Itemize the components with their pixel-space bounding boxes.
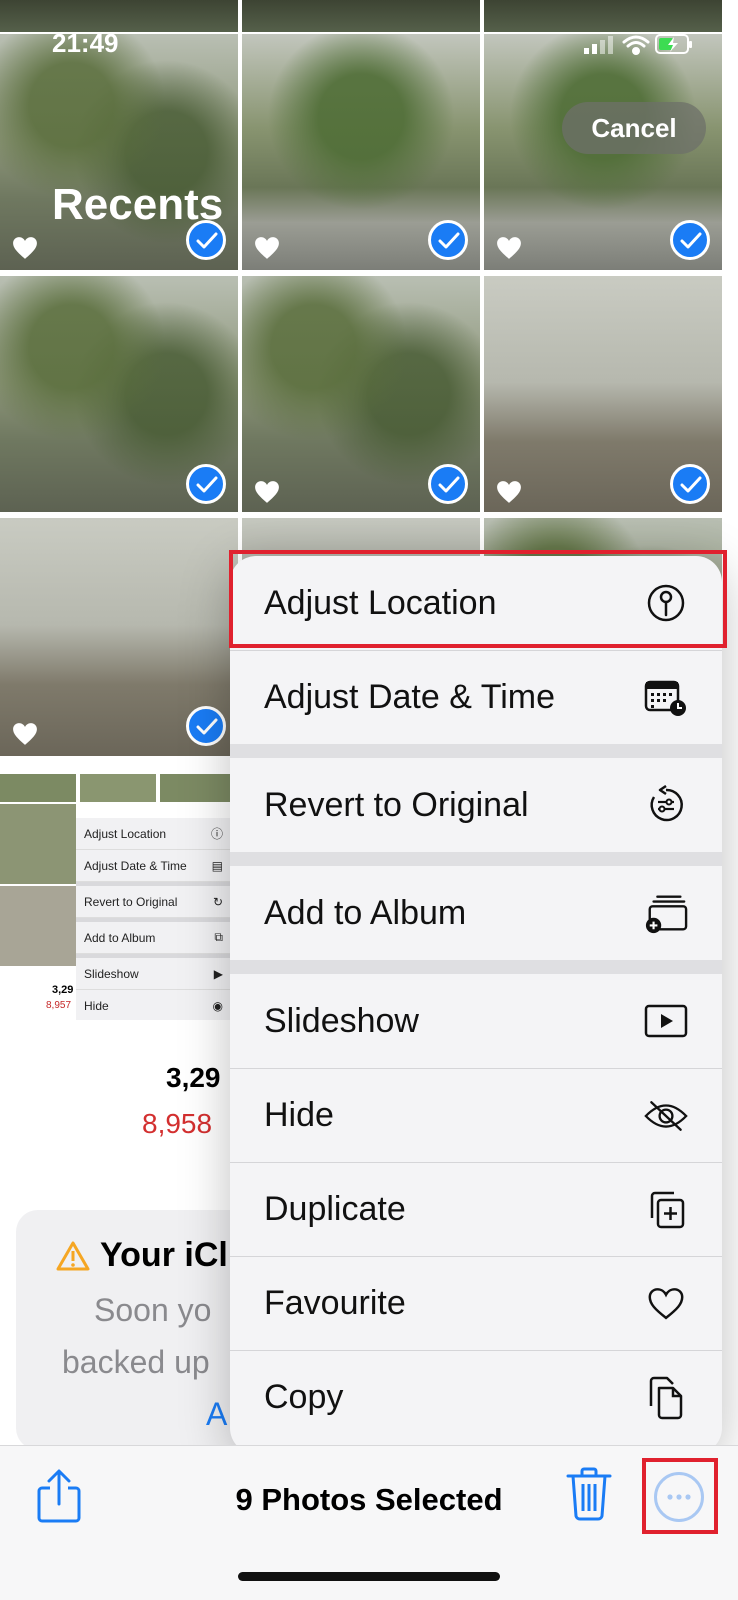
menu-item-duplicate[interactable]: Duplicate [230,1162,722,1256]
context-menu: Adjust Location Adjust Date & Time Rever… [230,556,722,1454]
icloud-card-title: Your iCl [56,1236,228,1275]
home-indicator[interactable] [238,1572,500,1581]
page-title: Recents [52,180,224,229]
mini-menu-item: Revert to Original ↻ [76,886,230,918]
menu-item-revert-to-original[interactable]: Revert to Original [230,758,722,852]
selection-count-label: 9 Photos Selected [235,1482,503,1517]
mini-count-secondary: 8,957 [46,1000,72,1011]
status-time: 21:49 [52,28,119,58]
mini-menu-item: Hide ◉ [76,990,230,1020]
selected-checkmark-icon[interactable] [670,464,710,504]
selected-checkmark-icon[interactable] [186,706,226,746]
mini-preview: Adjust Location ⓘ Adjust Date & Time ▤ Rev… [0,774,230,1020]
icloud-card-text: Soon yo [94,1292,212,1328]
heart-icon[interactable] [254,236,280,260]
highlight-box-more-button [642,1458,718,1534]
location-pin-icon [644,581,688,625]
menu-item-adjust-location[interactable]: Adjust Location [230,556,722,650]
selected-checkmark-icon[interactable] [186,464,226,504]
photo-top-partial-1[interactable] [0,0,238,32]
cellular-signal-icon [584,36,613,54]
menu-item-hide[interactable]: Hide [230,1068,722,1162]
mini-count: 3,29 [52,984,74,996]
trash-icon [566,1467,612,1521]
heart-icon [644,1282,688,1326]
calendar-clock-icon [644,676,688,720]
menu-item-add-to-album[interactable]: Add to Album [230,866,722,960]
photo-top-partial-2[interactable] [242,0,480,32]
selected-checkmark-icon[interactable] [670,220,710,260]
mini-menu-item: Slideshow ▶ [76,958,230,990]
heart-icon[interactable] [12,722,38,746]
photo-top-partial-3[interactable] [484,0,722,32]
mini-menu-item: Adjust Date & Time ▤ [76,850,230,882]
mini-menu-item: Add to Album ⧉ [76,922,230,954]
heart-icon[interactable] [254,480,280,504]
battery-charging-icon [655,34,692,54]
heart-icon[interactable] [12,236,38,260]
menu-item-favourite[interactable]: Favourite [230,1256,722,1350]
icloud-card-link[interactable]: A [206,1396,227,1433]
selected-checkmark-icon[interactable] [428,464,468,504]
heart-icon[interactable] [496,236,522,260]
menu-item-slideshow[interactable]: Slideshow [230,974,722,1068]
copy-icon [644,1376,688,1420]
heart-icon[interactable] [496,480,522,504]
cancel-button[interactable]: Cancel [562,102,706,154]
library-count-secondary: 8,958 [142,1108,213,1139]
slideshow-icon [644,999,688,1043]
menu-separator [230,852,722,866]
mini-menu-item: Adjust Location ⓘ [76,818,230,850]
icloud-card-text: backed up [62,1344,210,1380]
delete-button[interactable] [566,1466,612,1522]
status-icons [584,32,694,63]
duplicate-icon [644,1188,688,1232]
menu-separator [230,960,722,974]
selected-checkmark-icon[interactable] [428,220,468,260]
warning-icon [56,1241,90,1270]
library-count: 3,29 [166,1062,221,1093]
hide-eye-icon [644,1094,688,1138]
revert-icon [644,783,688,827]
menu-item-copy[interactable]: Copy [230,1350,722,1444]
menu-separator [230,744,722,758]
wifi-icon [622,35,650,55]
menu-item-adjust-date-time[interactable]: Adjust Date & Time [230,650,722,744]
mini-context-menu: Adjust Location ⓘ Adjust Date & Time ▤ Rev… [76,818,230,1020]
add-to-album-icon [644,891,688,935]
